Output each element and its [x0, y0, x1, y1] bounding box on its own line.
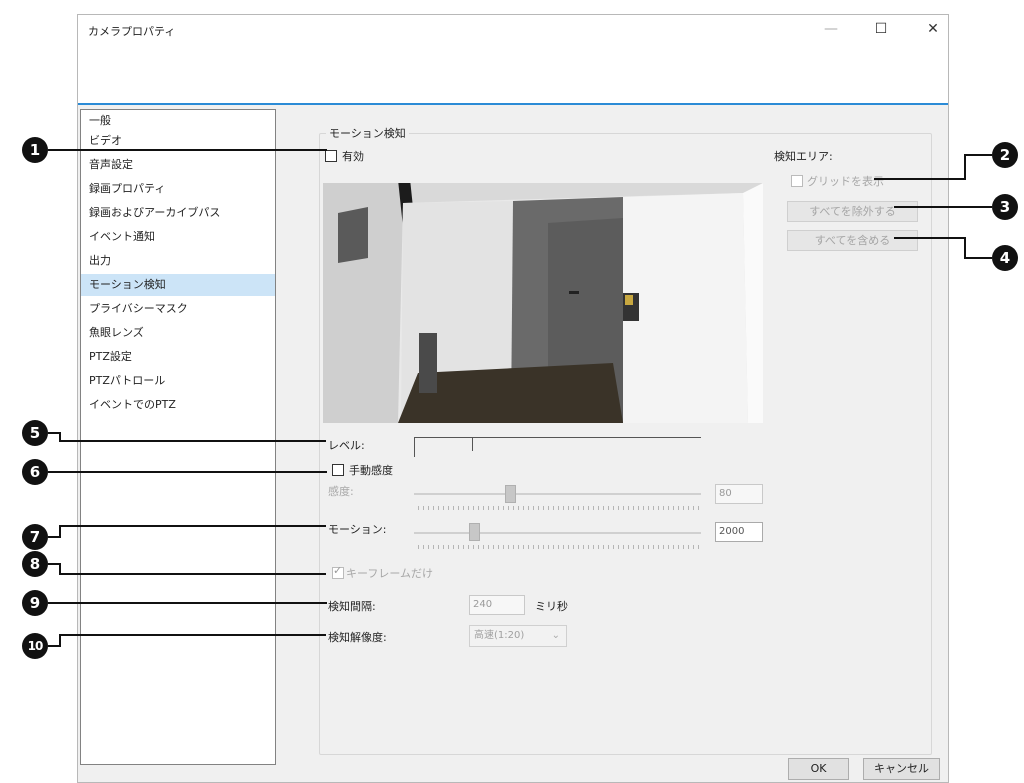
include-all-button[interactable]: すべてを含める: [787, 230, 918, 251]
sensitivity-slider-track[interactable]: [414, 493, 701, 495]
show-grid-label: グリッドを表示: [807, 175, 884, 188]
detection-interval-field[interactable]: 240: [469, 595, 525, 615]
camera-preview[interactable]: [323, 183, 763, 423]
callout-10: 10: [22, 633, 48, 659]
manual-sensitivity-label: 手動感度: [349, 464, 393, 477]
enable-checkbox[interactable]: [325, 150, 337, 162]
motion-label: モーション:: [328, 523, 387, 536]
camera-properties-window: カメラプロパティ — ☐ ✕ 一般 ビデオ 音声設定 録画プロパティ 録画および…: [77, 14, 949, 783]
chevron-down-icon: ⌄: [551, 630, 560, 641]
show-grid-checkbox[interactable]: [791, 175, 803, 187]
level-indicator: [472, 437, 473, 451]
group-title: モーション検知: [326, 125, 409, 141]
motion-value-field[interactable]: 2000: [715, 522, 763, 542]
sensitivity-slider-ticks: [418, 506, 701, 510]
callout-5: 5: [22, 420, 48, 446]
callout-9: 9: [22, 590, 48, 616]
motion-detection-panel: モーション検知 有効 検知エリア: グリッドを表示 すべてを除外する すべてを含…: [78, 15, 950, 783]
sensitivity-value-field[interactable]: 80: [715, 484, 763, 504]
cancel-button[interactable]: キャンセル: [863, 758, 940, 780]
callout-1: 1: [22, 137, 48, 163]
detection-interval-label: 検知間隔:: [328, 600, 376, 613]
exclude-all-button[interactable]: すべてを除外する: [787, 201, 918, 222]
level-label: レベル:: [328, 439, 365, 452]
sensitivity-slider-thumb[interactable]: [505, 485, 517, 503]
callout-8: 8: [22, 551, 48, 577]
callout-3: 3: [992, 194, 1018, 220]
enable-label: 有効: [342, 150, 364, 163]
camera-frame-image: [323, 183, 763, 423]
callout-4: 4: [992, 245, 1018, 271]
detection-resolution-select[interactable]: 高速(1:20) ⌄: [469, 625, 567, 647]
detection-area-title: 検知エリア:: [774, 150, 833, 163]
callout-6: 6: [22, 459, 48, 485]
detection-interval-unit: ミリ秒: [535, 600, 568, 613]
callout-7: 7: [22, 524, 48, 550]
keyframe-only-checkbox[interactable]: ✓: [332, 564, 344, 579]
detection-resolution-label: 検知解像度:: [328, 631, 387, 644]
manual-sensitivity-checkbox[interactable]: [332, 464, 344, 476]
motion-level-meter: [414, 437, 701, 457]
keyframe-only-label: キーフレームだけ: [346, 567, 434, 580]
motion-slider-track[interactable]: [414, 532, 701, 534]
callout-2: 2: [992, 142, 1018, 168]
ok-button[interactable]: OK: [788, 758, 849, 780]
motion-slider-ticks: [418, 545, 701, 549]
motion-slider-thumb[interactable]: [469, 523, 481, 541]
sensitivity-label: 感度:: [328, 485, 354, 498]
detection-resolution-value: 高速(1:20): [474, 630, 525, 641]
checkmark-icon: ✓: [333, 564, 343, 577]
